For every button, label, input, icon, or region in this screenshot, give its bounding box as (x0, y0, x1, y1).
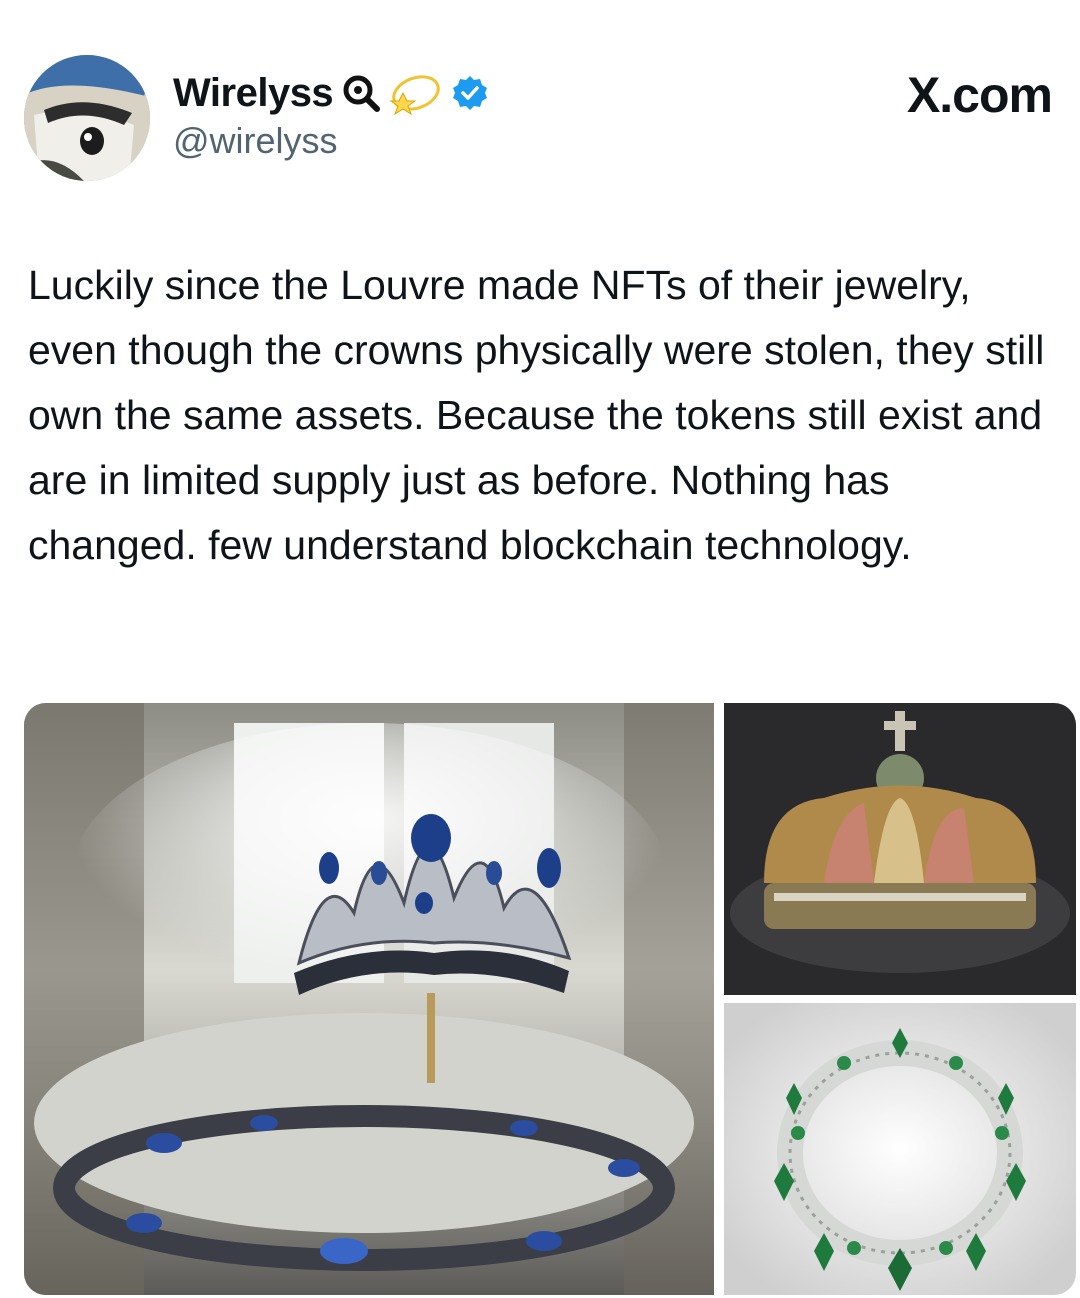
media-image-necklace[interactable] (724, 1003, 1076, 1295)
media-grid (24, 703, 1076, 1295)
tweet-header: Wirelyss @wirelyss X.com (0, 0, 1080, 200)
tweet-text: Luckily since the Louvre made NFTs of th… (28, 262, 1045, 568)
brand-label: X.com (906, 67, 1053, 123)
media-image-tiara[interactable] (24, 703, 714, 1295)
user-handle[interactable]: @wirelyss (173, 120, 338, 162)
halo-emoji-icon (389, 71, 443, 115)
media-image-crown[interactable] (724, 703, 1076, 995)
avatar[interactable] (24, 55, 150, 181)
magnifier-emoji-icon (341, 73, 381, 113)
name-row: Wirelyss (173, 68, 489, 118)
display-name[interactable]: Wirelyss (173, 71, 334, 116)
verified-badge-icon (451, 74, 489, 112)
